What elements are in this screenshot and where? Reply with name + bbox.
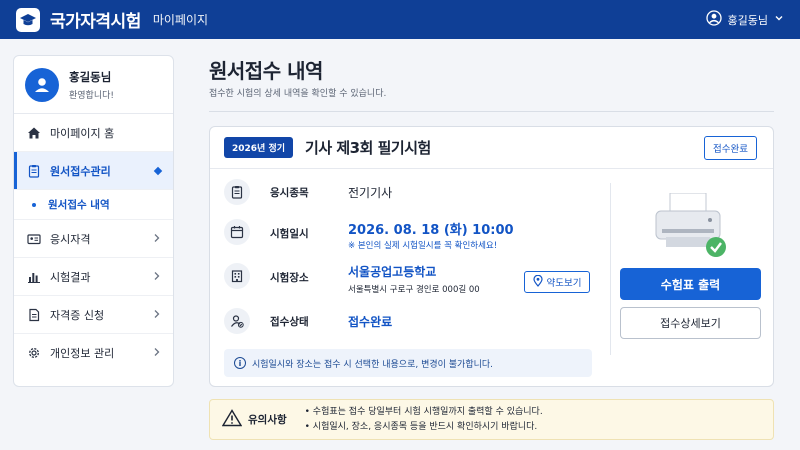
sidebar-item-label: 자격증 신청 (50, 308, 105, 322)
map-button[interactable]: 약도보기 (524, 271, 590, 293)
category-value: 전기기사 (348, 186, 393, 200)
place-value: 서울공업고등학교 (348, 265, 437, 279)
sidebar-item-eligibility[interactable]: 응시자격 (14, 220, 173, 258)
sidebar-item-certificate[interactable]: 자격증 신청 (14, 296, 173, 334)
chevron-down-icon (774, 13, 784, 26)
sidebar-item-personal-info[interactable]: 개인정보 관리 (14, 334, 173, 372)
date-label: 시험일시 (270, 228, 309, 240)
profile-name: 홍길동님 (69, 69, 112, 84)
notice-text: 시험일시와 장소는 접수 시 선택한 내용으로, 변경이 불가합니다. (252, 359, 494, 370)
clipboard-list-icon (224, 179, 250, 205)
chevron-right-icon (153, 346, 161, 360)
print-ticket-button[interactable]: 수험표 출력 (620, 268, 761, 300)
map-pin-icon (532, 274, 543, 290)
building-icon (224, 263, 250, 289)
place-label: 시험장소 (270, 272, 309, 284)
avatar (25, 67, 59, 102)
sidebar: 홍길동님 환영합니다! 마이페이지 홈 원서접수관리 원서접수 내역 응시자격 (13, 55, 174, 387)
sidebar-item-label: 시험결과 (50, 270, 91, 284)
category-label: 응시종목 (270, 187, 309, 199)
status-label: 접수상태 (270, 316, 309, 328)
user-check-icon (224, 308, 250, 334)
chevron-right-icon (153, 270, 161, 284)
printer-icon (654, 192, 730, 263)
place-address: 서울특별시 구로구 경인로 000길 00 (348, 285, 480, 295)
divider (209, 111, 774, 112)
application-card: 2026년 정기 기사 제3회 필기시험 접수완료 응시종목 전기기사 시험일시… (209, 126, 774, 387)
sidebar-item-results[interactable]: 시험결과 (14, 258, 173, 296)
sidebar-subitem-application-history[interactable]: 원서접수 내역 (14, 190, 173, 220)
date-value: 2026. 08. 18 (화) 10:00 (348, 223, 514, 238)
user-menu[interactable]: 홍길동님 (705, 10, 784, 29)
status-badge[interactable]: 접수완료 (704, 135, 757, 160)
document-icon (26, 307, 42, 323)
year-badge: 2026년 정기 (224, 137, 294, 158)
card-header: 2026년 정기 기사 제3회 필기시험 접수완료 (210, 127, 773, 169)
active-indicator-icon (153, 166, 163, 175)
sidebar-item-application[interactable]: 원서접수관리 (14, 152, 173, 190)
exam-title: 기사 제3회 필기시험 (305, 139, 431, 157)
calendar-icon (224, 219, 250, 245)
caution-box: 유의사항 • 수험표는 접수 당일부터 시험 시행일까지 출력할 수 있습니다.… (209, 399, 774, 440)
warning-icon (221, 408, 243, 431)
top-header: 국가자격시험 마이페이지 홍길동님 (0, 0, 800, 39)
caution-item: • 수험표는 접수 당일부터 시험 시행일까지 출력할 수 있습니다. (304, 406, 543, 417)
bullet-icon (32, 202, 36, 207)
profile-greeting: 환영합니다! (69, 90, 115, 101)
page-title: 원서접수 내역 (209, 59, 323, 83)
id-card-icon (26, 231, 42, 247)
info-row-category: 응시종목 전기기사 (224, 179, 604, 207)
profile-section: 홍길동님 환영합니다! (14, 56, 173, 114)
sidebar-item-label: 응시자격 (50, 232, 91, 246)
date-note: ※ 본인의 실제 시험일시를 꼭 확인하세요! (348, 241, 498, 251)
gear-icon (26, 345, 42, 361)
app-title[interactable]: 국가자격시험 (50, 7, 141, 32)
app-subtitle[interactable]: 마이페이지 (153, 11, 208, 28)
info-row-status: 접수상태 접수완료 (224, 308, 604, 336)
sidebar-item-label: 개인정보 관리 (50, 347, 115, 360)
home-icon (26, 125, 42, 141)
chevron-right-icon (153, 232, 161, 246)
info-row-date: 시험일시 2026. 08. 18 (화) 10:00 ※ 본인의 실제 시험일… (224, 219, 604, 255)
sidebar-item-label: 원서접수관리 (50, 164, 111, 178)
sidebar-item-label: 마이페이지 홈 (50, 126, 115, 140)
sidebar-item-home[interactable]: 마이페이지 홈 (14, 114, 173, 152)
page-description: 접수한 시험의 상세 내역을 확인할 수 있습니다. (209, 89, 387, 99)
info-icon: i (234, 357, 246, 369)
caution-label: 유의사항 (248, 414, 287, 426)
notice-box: i 시험일시와 장소는 접수 시 선택한 내용으로, 변경이 불가합니다. (224, 349, 592, 377)
logo-icon[interactable] (16, 7, 40, 32)
application-detail-button[interactable]: 접수상세보기 (620, 307, 761, 339)
map-button-label: 약도보기 (546, 278, 582, 289)
clipboard-icon (26, 163, 42, 179)
user-name: 홍길동님 (727, 13, 768, 27)
caution-list: • 수험표는 접수 당일부터 시험 시행일까지 출력할 수 있습니다. • 시험… (305, 405, 543, 435)
caution-item: • 시험일시, 장소, 응시종목 등을 반드시 확인하시기 바랍니다. (304, 421, 538, 432)
vertical-divider (610, 183, 611, 355)
sidebar-subitem-label: 원서접수 내역 (48, 199, 110, 211)
chevron-right-icon (153, 308, 161, 322)
bar-chart-icon (26, 269, 42, 285)
user-icon (705, 10, 722, 29)
status-value: 접수완료 (348, 315, 393, 329)
